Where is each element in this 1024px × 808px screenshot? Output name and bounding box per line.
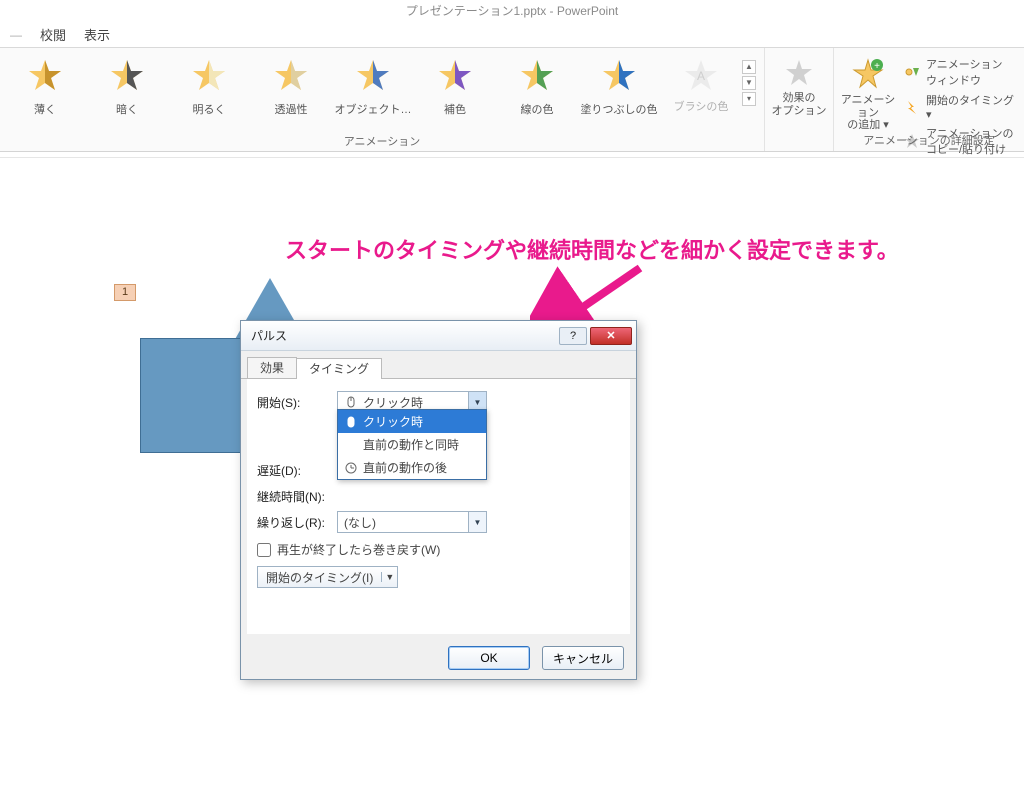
dialog-tabs: 効果 タイミング (241, 351, 636, 379)
dialog-tab-timing[interactable]: タイミング (296, 358, 382, 379)
chevron-down-icon[interactable]: ▼ (381, 572, 397, 582)
gallery-scroll-buttons: ▲ ▼ ▾ (742, 48, 760, 106)
star-icon (520, 58, 554, 95)
blank-icon (344, 438, 357, 451)
star-icon (192, 58, 226, 95)
mouse-icon (344, 396, 357, 409)
effect-label: 線の色 (521, 101, 554, 117)
animation-effect-item[interactable]: オブジェクト… (332, 48, 414, 117)
start-option[interactable]: 直前の動作と同時 (338, 433, 486, 456)
cancel-button[interactable]: キャンセル (542, 646, 624, 670)
effect-label: ブラシの色 (674, 98, 729, 114)
group-caption-advanced: アニメーションの詳細設定 (838, 132, 1020, 150)
rewind-checkbox-row[interactable]: 再生が終了したら巻き戻す(W) (257, 541, 620, 558)
ribbon: 薄く 暗く 明るく 透過性 オブジェクト… 補色 線の色 塗りつぶしの色 A ブラシの色 ▲ ▼ ▾ ア… (0, 48, 1024, 152)
animation-effect-item-disabled: A ブラシの色 (660, 48, 742, 114)
field-repeat-row: 繰り返し(R): (なし) ▼ (257, 509, 620, 535)
animation-effect-item[interactable]: 線の色 (496, 48, 578, 117)
svg-text:A: A (697, 69, 705, 83)
star-icon: A (684, 58, 718, 92)
group-caption-options (769, 117, 829, 135)
option-label: 直前の動作と同時 (363, 436, 459, 453)
animation-effect-item[interactable]: 補色 (414, 48, 496, 117)
add-animation-icon: + (852, 58, 884, 90)
pulse-dialog: パルス ? ✕ 効果 タイミング 開始(S): クリック時 (240, 320, 637, 680)
animation-effects-gallery[interactable]: 薄く 暗く 明るく 透過性 オブジェクト… 補色 線の色 塗りつぶしの色 A ブラシの色 ▲ ▼ ▾ (4, 48, 760, 133)
annotation-text: スタートのタイミングや継続時間などを細かく設定できます。 (285, 233, 1005, 265)
dialog-button-row: OK キャンセル (241, 640, 636, 680)
star-icon (274, 58, 308, 95)
advanced-animation-options: アニメーション ウィンドウ 開始のタイミング ▾ アニメーションのコピー/貼り付… (898, 48, 1020, 132)
gallery-expand[interactable]: ▾ (742, 92, 756, 106)
dialog-close-button[interactable]: ✕ (590, 327, 632, 345)
rewind-label: 再生が終了したら巻き戻す(W) (277, 541, 440, 558)
dialog-title: パルス (251, 327, 287, 344)
clock-icon (344, 461, 357, 474)
start-option[interactable]: クリック時 (338, 410, 486, 433)
svg-text:+: + (874, 61, 880, 72)
effect-label: 透過性 (275, 101, 308, 117)
mouse-icon (344, 415, 357, 428)
trigger-button[interactable]: 開始のタイミング ▾ (904, 92, 1014, 121)
effect-label: 暗く (116, 101, 138, 117)
effect-label: オブジェクト… (335, 101, 412, 117)
option-label: 直前の動作の後 (363, 459, 447, 476)
dialog-tab-effect[interactable]: 効果 (247, 357, 297, 378)
option-label: クリック時 (363, 413, 423, 430)
window-title: プレゼンテーション1.pptx - PowerPoint (0, 0, 1024, 22)
slide-canvas-area: スタートのタイミングや継続時間などを細かく設定できます。 1 パルス ? ✕ 効… (0, 158, 1024, 808)
field-duration-label: 継続時間(N): (257, 488, 337, 505)
gallery-scroll-up[interactable]: ▲ (742, 60, 756, 74)
field-duration-row: 継続時間(N): (257, 483, 620, 509)
tab-view[interactable]: 表示 (84, 25, 110, 44)
add-animation-button[interactable]: + アニメーションの追加 ▾ (838, 48, 898, 132)
gallery-scroll-down[interactable]: ▼ (742, 76, 756, 90)
trigger-icon (904, 99, 920, 115)
ok-button[interactable]: OK (448, 646, 530, 670)
animation-effect-item[interactable]: 薄く (4, 48, 86, 117)
repeat-combo-value: (なし) (344, 514, 376, 531)
effect-label: 補色 (444, 101, 466, 117)
tab-review[interactable]: 校閲 (40, 25, 66, 44)
animation-pane-button[interactable]: アニメーション ウィンドウ (904, 56, 1014, 88)
star-icon (602, 58, 636, 95)
rewind-checkbox[interactable] (257, 543, 271, 557)
animation-pane-icon (904, 64, 920, 80)
star-icon (110, 58, 144, 95)
effect-label: 塗りつぶしの色 (580, 101, 657, 117)
ribbon-group-animation-gallery: 薄く 暗く 明るく 透過性 オブジェクト… 補色 線の色 塗りつぶしの色 A ブラシの色 ▲ ▼ ▾ ア… (0, 48, 765, 151)
animation-order-tag[interactable]: 1 (114, 284, 136, 301)
dialog-body-timing: 開始(S): クリック時 ▼ クリック時直前の動作と同時直前の動作の後 遅延(D… (247, 379, 630, 634)
dialog-titlebar: パルス ? ✕ (241, 321, 636, 351)
trigger-split-button[interactable]: 開始のタイミング(I) ▼ (257, 566, 398, 588)
effect-options-button[interactable]: 効果のオプション (769, 48, 829, 117)
animation-effect-item[interactable]: 透過性 (250, 48, 332, 117)
start-option[interactable]: 直前の動作の後 (338, 456, 486, 479)
ribbon-group-effect-options: 効果のオプション (765, 48, 834, 151)
start-dropdown-list: クリック時直前の動作と同時直前の動作の後 (337, 409, 487, 480)
star-icon (356, 58, 390, 95)
field-start-label: 開始(S): (257, 394, 337, 411)
start-combo-value: クリック時 (363, 394, 423, 411)
star-icon (438, 58, 472, 95)
effect-options-icon (784, 58, 814, 88)
group-caption-animation: アニメーション (4, 133, 760, 151)
ribbon-tab-row: ― 校閲 表示 (0, 22, 1024, 48)
star-icon (28, 58, 62, 95)
tab-prev-indicator: ― (10, 28, 22, 42)
field-delay-label: 遅延(D): (257, 462, 337, 479)
effect-label: 明るく (193, 101, 226, 117)
chevron-down-icon[interactable]: ▼ (468, 512, 486, 532)
field-repeat-label: 繰り返し(R): (257, 514, 337, 531)
repeat-combo[interactable]: (なし) ▼ (337, 511, 487, 533)
effect-label: 薄く (34, 101, 56, 117)
animation-effect-item[interactable]: 暗く (86, 48, 168, 117)
ribbon-group-advanced-animation: + アニメーションの追加 ▾ アニメーション ウィンドウ 開始のタイミング ▾ (834, 48, 1024, 151)
animation-effect-item[interactable]: 明るく (168, 48, 250, 117)
close-icon: ✕ (606, 329, 615, 342)
dialog-help-button[interactable]: ? (559, 327, 587, 345)
animation-effect-item[interactable]: 塗りつぶしの色 (578, 48, 660, 117)
